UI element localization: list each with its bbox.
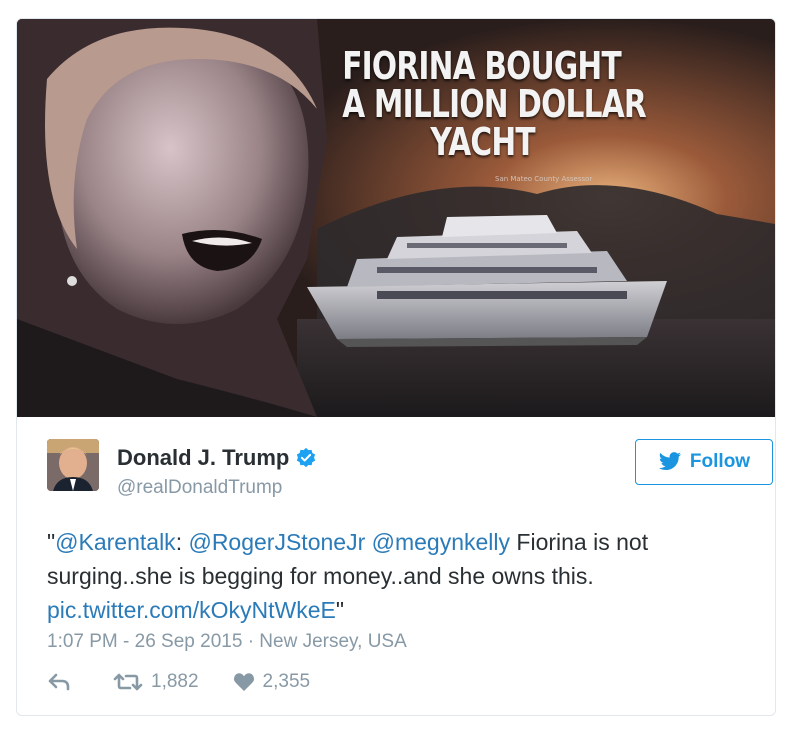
retweet-button[interactable]: 1,882 [113, 671, 199, 693]
like-button[interactable]: 2,355 [233, 671, 311, 693]
mention-karentalk[interactable]: @Karentalk [55, 529, 176, 555]
retweet-count: 1,882 [151, 671, 199, 692]
mention-rogerjstonejr[interactable]: @RogerJStoneJr [188, 529, 365, 555]
twitter-bird-icon [658, 452, 681, 470]
mention-megynkelly[interactable]: @megynkelly [372, 529, 510, 555]
tweet-card: FIORINA BOUGHT A MILLION DOLLAR YACHT Sa… [16, 18, 776, 716]
headline-line-1: FIORINA BOUGHT [342, 44, 621, 88]
avatar[interactable] [47, 439, 99, 491]
reply-button[interactable] [47, 672, 79, 692]
separator: : [175, 529, 189, 555]
follow-button[interactable]: Follow [635, 439, 773, 485]
headline-line-3: YACHT [430, 120, 535, 164]
quote-close: " [335, 597, 344, 623]
tweet-image[interactable]: FIORINA BOUGHT A MILLION DOLLAR YACHT Sa… [17, 19, 775, 417]
retweet-icon [113, 673, 143, 691]
verified-badge-icon [297, 447, 316, 468]
image-headline: FIORINA BOUGHT A MILLION DOLLAR YACHT [342, 44, 647, 164]
like-count: 2,355 [262, 671, 311, 692]
name-row: Donald J. Trump [117, 445, 317, 471]
tweet-actions: 1,882 2,355 [47, 671, 344, 693]
tweet-text: "@Karentalk: @RogerJStoneJr @megynkelly … [47, 525, 737, 627]
reply-icon [48, 673, 70, 691]
image-credit: San Mateo County Assessor [495, 175, 593, 183]
pic-link[interactable]: pic.twitter.com/kOkyNtWkeE [47, 597, 336, 623]
heart-icon [233, 673, 254, 691]
tweet-timestamp[interactable]: 1:07 PM - 26 Sep 2015 · New Jersey, USA [47, 631, 407, 653]
author-name[interactable]: Donald J. Trump [117, 445, 289, 471]
headline-line-2: A MILLION DOLLAR [342, 82, 647, 126]
tweet-author: Donald J. Trump @realDonaldTrump Follow [47, 439, 773, 499]
author-handle[interactable]: @realDonaldTrump [117, 477, 282, 499]
woman-portrait [17, 19, 327, 417]
quote-open: " [47, 529, 56, 555]
follow-label: Follow [689, 451, 751, 472]
